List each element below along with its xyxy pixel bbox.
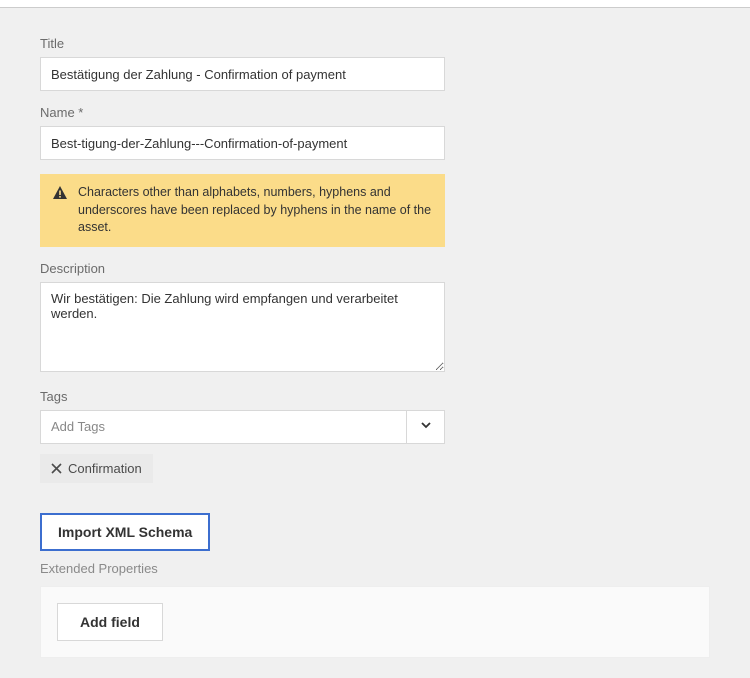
tag-chip-label: Confirmation	[68, 461, 142, 476]
tags-row	[40, 410, 445, 444]
warning-box: Characters other than alphabets, numbers…	[40, 174, 445, 247]
import-xml-schema-button[interactable]: Import XML Schema	[40, 513, 210, 551]
tags-field-group: Tags Confirmation	[40, 389, 710, 483]
title-field-group: Title	[40, 36, 710, 91]
warning-text: Characters other than alphabets, numbers…	[78, 184, 433, 237]
add-field-button[interactable]: Add field	[57, 603, 163, 641]
form-container: Title Name * Characters other than alpha…	[0, 8, 750, 678]
extended-properties-box: Add field	[40, 586, 710, 658]
extended-properties-label: Extended Properties	[40, 561, 710, 576]
tags-label: Tags	[40, 389, 710, 404]
tags-dropdown-button[interactable]	[407, 410, 445, 444]
tags-input[interactable]	[40, 410, 407, 444]
title-input[interactable]	[40, 57, 445, 91]
description-label: Description	[40, 261, 710, 276]
name-label: Name *	[40, 105, 710, 120]
name-field-group: Name *	[40, 105, 710, 160]
description-field-group: Description	[40, 261, 710, 375]
chevron-down-icon	[419, 418, 433, 435]
name-input[interactable]	[40, 126, 445, 160]
description-textarea[interactable]	[40, 282, 445, 372]
tag-chip: Confirmation	[40, 454, 153, 483]
alert-icon	[52, 185, 68, 204]
top-divider	[0, 0, 750, 8]
title-label: Title	[40, 36, 710, 51]
close-icon[interactable]	[51, 463, 62, 474]
